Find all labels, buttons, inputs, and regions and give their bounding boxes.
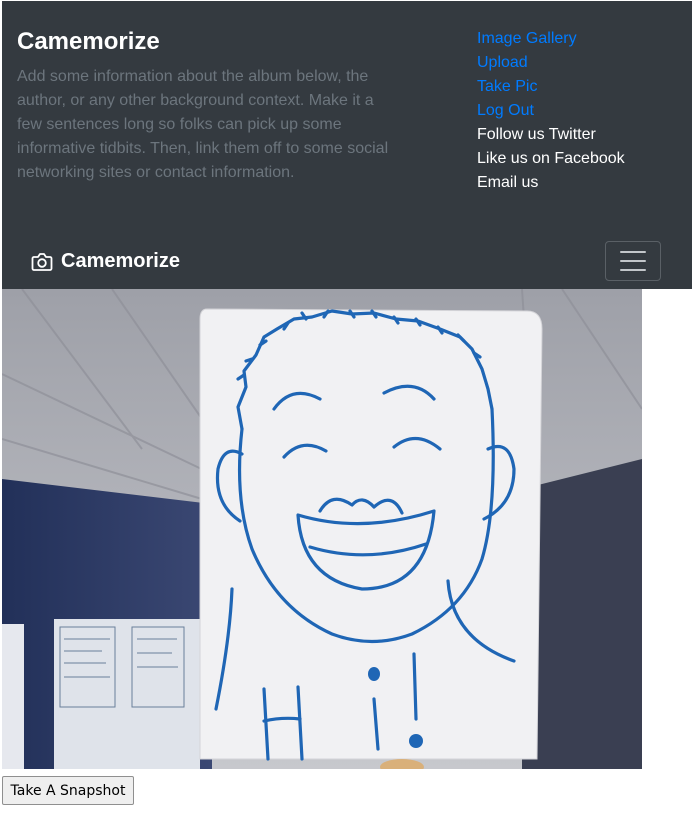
camera-icon [31,252,53,271]
upload-link[interactable]: Upload [477,54,528,71]
navbar-header-collapse: Camemorize Add some information about th… [2,1,692,289]
log-out-link[interactable]: Log Out [477,102,534,119]
hamburger-icon [620,251,646,253]
about-section: Camemorize Add some information about th… [17,27,397,185]
image-gallery-link[interactable]: Image Gallery [477,30,577,47]
about-title: Camemorize [17,28,160,55]
navbar-toggler-button[interactable] [605,241,661,281]
take-pic-link[interactable]: Take Pic [477,78,537,95]
webcam-video [2,289,642,769]
take-snapshot-button[interactable]: Take A Snapshot [2,776,134,805]
navbar-brand[interactable]: Camemorize [31,250,180,273]
email-link[interactable]: Email us [477,174,538,191]
navbar-brand-label: Camemorize [61,250,180,272]
facebook-link[interactable]: Like us on Facebook [477,150,625,167]
webcam-frame-image [2,289,642,769]
contact-links: Image Gallery Upload Take Pic Log Out Fo… [477,27,625,195]
about-text: Add some information about the album bel… [17,68,389,181]
twitter-link[interactable]: Follow us Twitter [477,126,596,143]
